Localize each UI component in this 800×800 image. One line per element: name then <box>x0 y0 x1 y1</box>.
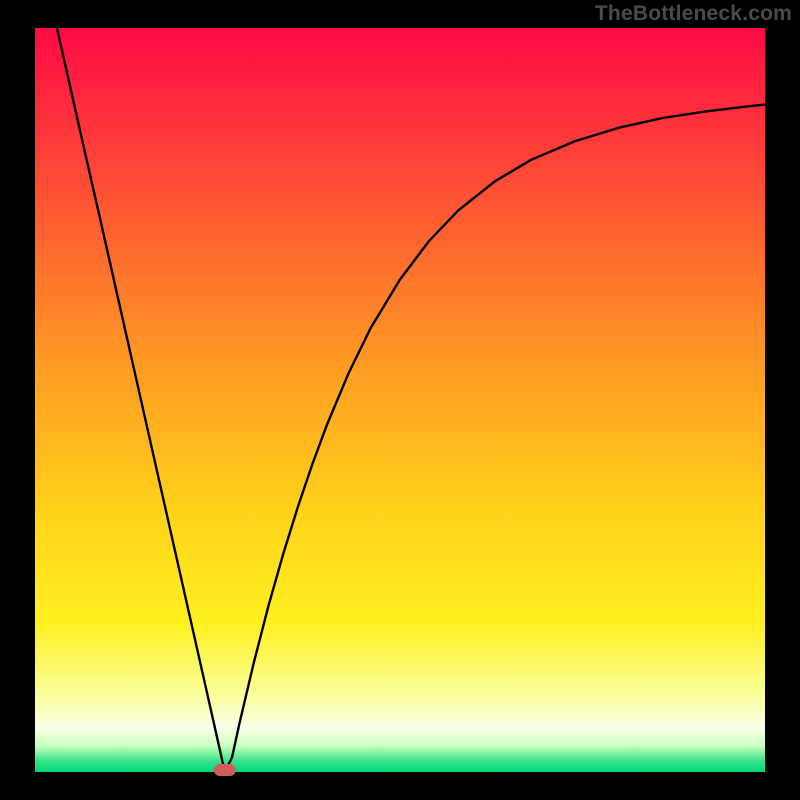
optimal-point-marker <box>214 764 236 776</box>
attribution-text: TheBottleneck.com <box>595 2 792 26</box>
bottleneck-chart <box>0 0 800 800</box>
chart-plot-area <box>35 28 765 772</box>
